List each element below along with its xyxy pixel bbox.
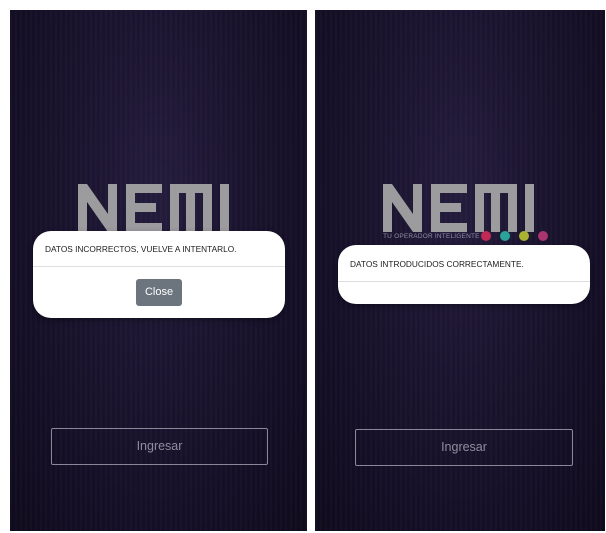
brand-dots <box>481 231 548 241</box>
nemi-logo <box>383 180 548 236</box>
phone-screen-success: TU OPERADOR INTELIGENTE DATOS INTRODUCID… <box>315 10 605 531</box>
brand-dot-lime <box>519 231 529 241</box>
logo-tagline: TU OPERADOR INTELIGENTE <box>383 233 480 240</box>
ingresar-button[interactable]: Ingresar <box>51 428 268 465</box>
dialog-message: DATOS INCORRECTOS, VUELVE A INTENTARLO. <box>33 231 285 267</box>
phone-screen-error: DATOS INCORRECTOS, VUELVE A INTENTARLO. … <box>10 10 307 531</box>
brand-dot-red <box>481 231 491 241</box>
close-button[interactable]: Close <box>136 278 182 306</box>
brand-dot-magenta <box>538 231 548 241</box>
nemi-logo-wordmark <box>78 184 229 232</box>
nemi-logo-wordmark <box>383 184 534 232</box>
dialog-message: DATOS INTRODUCIDOS CORRECTAMENTE. <box>338 245 590 282</box>
success-dialog: DATOS INTRODUCIDOS CORRECTAMENTE. <box>338 245 590 304</box>
error-dialog: DATOS INCORRECTOS, VUELVE A INTENTARLO. … <box>33 231 285 318</box>
dialog-footer: Close <box>33 267 285 317</box>
ingresar-button[interactable]: Ingresar <box>355 429 573 466</box>
nemi-logo <box>78 180 243 236</box>
brand-dot-teal <box>500 231 510 241</box>
